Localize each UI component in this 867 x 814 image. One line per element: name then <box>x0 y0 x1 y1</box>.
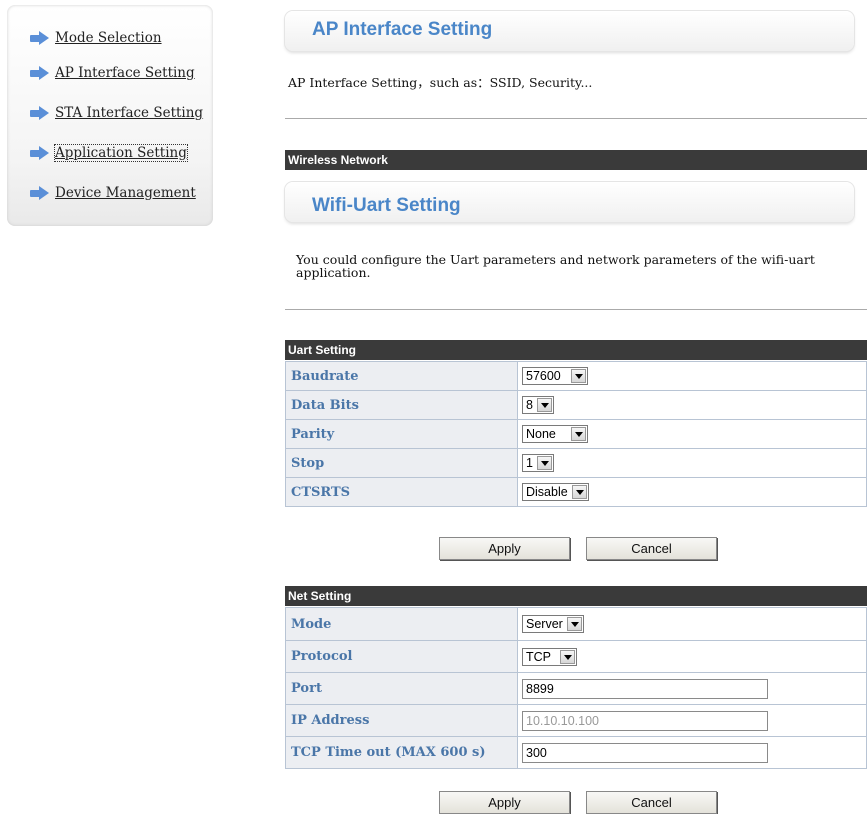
table-row: CTSRTS Disable <box>285 477 867 507</box>
sidebar-item-label[interactable]: AP Interface Setting <box>55 65 195 81</box>
protocol-label: Protocol <box>285 640 518 673</box>
selected-value: 8 <box>526 398 533 412</box>
protocol-select[interactable]: TCP <box>522 647 577 666</box>
divider <box>285 118 867 119</box>
uart-apply-button[interactable]: Apply <box>439 537 570 560</box>
port-label: Port <box>285 672 518 705</box>
table-row: Port <box>285 672 867 705</box>
data-bits-select[interactable]: 8 <box>522 396 554 414</box>
table-row: Mode Server <box>285 607 867 641</box>
ip-address-label: IP Address <box>285 704 518 737</box>
arrow-right-icon <box>30 106 50 120</box>
table-row: TCP Time out (MAX 600 s) <box>285 736 867 769</box>
divider <box>285 309 867 310</box>
tcp-timeout-label: TCP Time out (MAX 600 s) <box>285 736 518 769</box>
baudrate-label: Baudrate <box>285 361 518 391</box>
arrow-right-icon <box>30 186 50 200</box>
chevron-down-icon[interactable] <box>566 617 582 631</box>
parity-select[interactable]: None <box>522 425 588 443</box>
ap-section-description: AP Interface Setting，such as：SSID, Secur… <box>288 75 593 90</box>
chevron-down-icon[interactable] <box>560 649 575 664</box>
chevron-down-icon[interactable] <box>571 485 587 499</box>
arrow-right-icon <box>30 66 50 80</box>
table-row: IP Address <box>285 704 867 737</box>
ctsrts-label: CTSRTS <box>285 477 518 507</box>
chevron-down-icon[interactable] <box>571 369 586 383</box>
mode-label: Mode <box>285 607 518 641</box>
selected-value: 1 <box>526 456 533 470</box>
stop-label: Stop <box>285 448 518 478</box>
parity-label: Parity <box>285 419 518 449</box>
table-row: Protocol TCP <box>285 640 867 673</box>
sidebar-item-label[interactable]: STA Interface Setting <box>55 105 203 121</box>
ap-section-header: AP Interface Setting <box>285 11 854 51</box>
description-line: You could configure the Uart parameters … <box>296 252 815 267</box>
arrow-right-icon <box>30 31 50 45</box>
uart-section-header: Wifi-Uart Setting <box>285 182 854 222</box>
sidebar-item-label[interactable]: Application Setting <box>54 144 188 162</box>
tcp-timeout-input[interactable] <box>522 742 768 763</box>
table-row: Stop 1 <box>285 448 867 478</box>
sidebar-nav: Mode Selection AP Interface Setting STA … <box>7 5 213 226</box>
sidebar-item-application-setting[interactable]: Application Setting <box>30 142 188 164</box>
uart-section-title: Wifi-Uart Setting <box>312 195 461 216</box>
table-row: Baudrate 57600 <box>285 361 867 391</box>
uart-section-description: You could configure the Uart parameters … <box>296 253 815 279</box>
description-line: application. <box>296 265 371 280</box>
ctsrts-select[interactable]: Disable <box>522 483 589 501</box>
ap-section-title: AP Interface Setting <box>312 19 493 40</box>
uart-setting-table: Baudrate 57600 Data Bits 8 Parity None S… <box>285 361 867 507</box>
chevron-down-icon[interactable] <box>536 398 552 412</box>
ip-address-input <box>522 710 768 731</box>
uart-cancel-button[interactable]: Cancel <box>586 537 717 560</box>
net-setting-table: Mode Server Protocol TCP Port IP Address… <box>285 607 867 769</box>
table-row: Data Bits 8 <box>285 390 867 420</box>
selected-value: Server <box>526 617 563 631</box>
wireless-network-bar: Wireless Network <box>285 150 867 170</box>
sidebar-item-label[interactable]: Mode Selection <box>55 30 162 46</box>
stop-select[interactable]: 1 <box>522 454 554 472</box>
sidebar-item-device-management[interactable]: Device Management <box>30 182 196 204</box>
uart-setting-header: Uart Setting <box>285 340 867 360</box>
port-input[interactable] <box>522 678 768 699</box>
sidebar-item-ap-interface[interactable]: AP Interface Setting <box>30 62 195 84</box>
sidebar-item-label[interactable]: Device Management <box>55 185 196 201</box>
net-cancel-button[interactable]: Cancel <box>586 791 717 814</box>
selected-value: TCP <box>526 649 551 664</box>
data-bits-label: Data Bits <box>285 390 518 420</box>
sidebar-item-mode-selection[interactable]: Mode Selection <box>30 27 162 49</box>
sidebar-item-sta-interface[interactable]: STA Interface Setting <box>30 102 203 124</box>
net-apply-button[interactable]: Apply <box>439 791 570 814</box>
selected-value: None <box>526 427 556 441</box>
table-row: Parity None <box>285 419 867 449</box>
mode-select[interactable]: Server <box>522 615 584 633</box>
selected-value: Disable <box>526 485 568 499</box>
selected-value: 57600 <box>526 369 561 383</box>
chevron-down-icon[interactable] <box>571 427 586 441</box>
baudrate-select[interactable]: 57600 <box>522 367 588 385</box>
chevron-down-icon[interactable] <box>536 456 552 470</box>
net-setting-header: Net Setting <box>285 586 867 606</box>
arrow-right-icon <box>30 146 50 160</box>
